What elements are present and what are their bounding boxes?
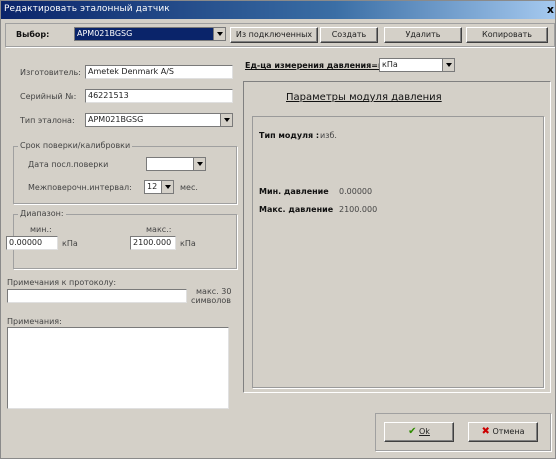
serial-label: Серийный №: <box>20 92 77 101</box>
ok-button[interactable]: ✔ Ok <box>384 422 454 442</box>
close-icon[interactable]: x <box>547 3 554 16</box>
max-chars-note: макс. 30 <box>196 287 232 296</box>
cancel-x-icon: ✖ <box>481 426 490 437</box>
cancel-button[interactable]: ✖ Отмена <box>468 422 538 442</box>
last-date-picker[interactable] <box>146 157 206 171</box>
interval-label: Межповерочн.интервал: <box>28 183 132 192</box>
delete-button[interactable]: Удалить <box>384 27 462 43</box>
manufacturer-label: Изготовитель: <box>20 68 81 77</box>
min-unit: кПа <box>62 239 78 248</box>
chevron-down-icon[interactable] <box>442 59 454 71</box>
copy-button[interactable]: Копировать <box>466 27 548 43</box>
max-chars-note-unit: символов <box>191 296 231 305</box>
chevron-down-icon[interactable] <box>161 181 173 193</box>
chevron-down-icon[interactable] <box>213 28 225 40</box>
max-field[interactable]: 2100.000 <box>130 236 176 250</box>
serial-field[interactable]: 46221513 <box>85 89 233 103</box>
type-select[interactable]: APM021BGSG <box>85 113 233 127</box>
footer-panel: ✔ Ok ✖ Отмена <box>375 413 551 451</box>
range-group: Диапазон: мин.: 0.00000 кПа макс.: 2100.… <box>6 209 237 269</box>
manufacturer-field[interactable]: Ametek Denmark A/S <box>85 65 233 79</box>
title-bar: Редактировать эталонный датчик x <box>1 1 555 19</box>
toolbar: Выбор: APM021BGSG Из подключенных Создат… <box>5 23 555 47</box>
pressure-unit-label: Ед-ца измерения давления=к <box>245 61 384 70</box>
protocol-notes-field[interactable] <box>7 289 187 303</box>
dialog-window: Редактировать эталонный датчик x Выбор: … <box>0 0 556 459</box>
max-pressure-value: 2100.000 <box>339 205 378 214</box>
max-pressure-label: Макс. давление <box>259 205 334 214</box>
notes-textarea[interactable] <box>7 327 229 409</box>
type-select-value: APM021BGSG <box>88 115 144 124</box>
from-connected-button[interactable]: Из подключенных <box>230 27 318 43</box>
max-label: макс.: <box>146 225 172 234</box>
window-title: Редактировать эталонный датчик <box>4 4 170 14</box>
min-pressure-value: 0.00000 <box>339 187 373 196</box>
check-icon: ✔ <box>408 426 417 437</box>
pressure-unit-select[interactable]: кПа <box>379 58 455 72</box>
module-params-panel: Параметры модуля давления Тип модуля : и… <box>243 81 551 393</box>
interval-select[interactable]: 12 <box>144 180 174 194</box>
module-type-label: Тип модуля : <box>259 131 320 140</box>
range-group-title: Диапазон: <box>18 209 66 218</box>
interval-unit: мес. <box>180 183 198 192</box>
notes-label: Примечания: <box>7 317 62 326</box>
module-params-inner: Тип модуля : изб. Мин. давление 0.00000 … <box>252 116 544 388</box>
pressure-unit-value: кПа <box>382 60 398 69</box>
chevron-down-icon[interactable] <box>193 158 205 170</box>
min-field[interactable]: 0.00000 <box>6 236 58 250</box>
sensor-select-value: APM021BGSG <box>77 29 133 38</box>
max-unit: кПа <box>180 239 196 248</box>
calibration-group: Срок поверки/калибровки Дата посл.поверк… <box>13 141 237 204</box>
last-date-label: Дата посл.поверки <box>28 160 109 169</box>
protocol-notes-label: Примечания к протоколу: <box>7 278 117 287</box>
cancel-label: Отмена <box>492 427 525 436</box>
min-pressure-label: Мин. давление <box>259 187 329 196</box>
calibration-group-title: Срок поверки/калибровки <box>18 141 133 150</box>
sensor-select[interactable]: APM021BGSG <box>74 27 226 41</box>
create-button[interactable]: Создать <box>320 27 378 43</box>
select-label: Выбор: <box>16 30 50 39</box>
ok-label: Ok <box>419 427 430 436</box>
min-label: мин.: <box>30 225 52 234</box>
interval-value: 12 <box>147 182 158 191</box>
type-label: Тип эталона: <box>20 116 75 125</box>
module-type-value: изб. <box>320 131 337 140</box>
module-params-title: Параметры модуля давления <box>286 92 442 103</box>
chevron-down-icon[interactable] <box>220 114 232 126</box>
